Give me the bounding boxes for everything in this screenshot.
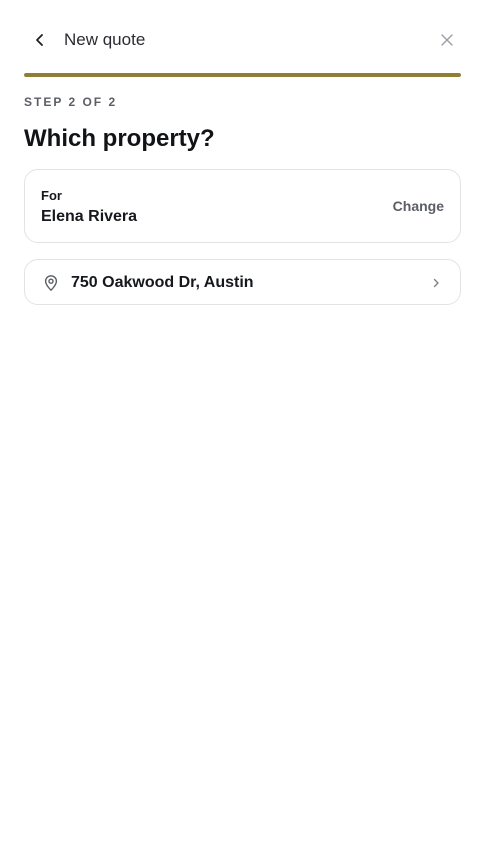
customer-name: Elena Rivera — [41, 208, 138, 225]
close-button[interactable] — [435, 28, 459, 52]
app-header: New quote — [24, 22, 461, 58]
step-indicator: STEP 2 OF 2 — [24, 95, 118, 109]
page-title: Which property? — [24, 125, 215, 152]
for-customer-card: For Elena Rivera Change — [24, 169, 461, 243]
chevron-right-icon — [428, 275, 444, 291]
back-button[interactable] — [28, 28, 52, 52]
for-label: For — [41, 188, 62, 203]
close-icon — [441, 34, 453, 46]
chevron-left-icon — [36, 34, 43, 46]
map-pin-icon — [41, 273, 61, 293]
property-address: 750 Oakwood Dr, Austin — [71, 274, 254, 291]
property-option[interactable]: 750 Oakwood Dr, Austin — [24, 259, 461, 305]
progress-fill — [24, 73, 461, 77]
change-customer-button[interactable]: Change — [393, 197, 444, 215]
header-title: New quote — [64, 30, 146, 49]
progress-bar — [24, 73, 461, 77]
